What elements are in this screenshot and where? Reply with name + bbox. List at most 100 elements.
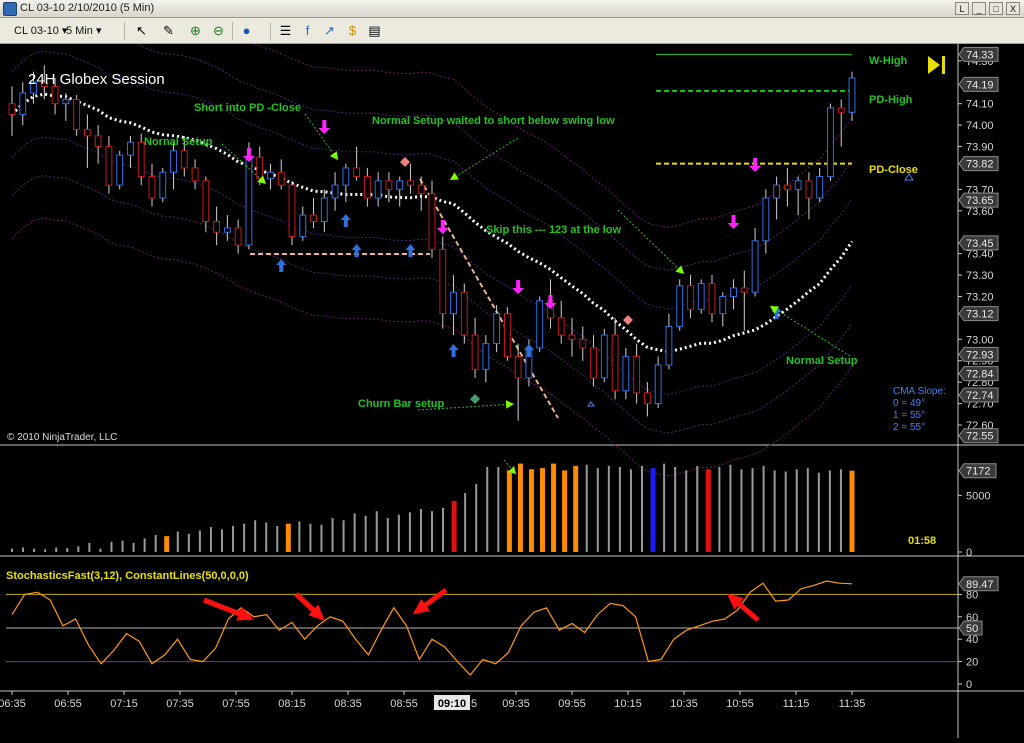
cursor-icon[interactable]: ↖ (133, 22, 150, 39)
candle (827, 107, 834, 178)
toolbar: CL 03-10 ▾ 5 Min ▾ ↖ ✎ ⊕ ⊖ ● ☰ f ↗ $ ▤ (0, 18, 1024, 44)
chart-canvas[interactable]: 74.3074.1074.0073.9073.7073.6073.4073.30… (0, 0, 1024, 738)
candle (105, 146, 113, 186)
volume-bar (784, 471, 787, 552)
volume-bar (551, 463, 557, 552)
candle (654, 364, 662, 405)
time-tick-label: 10:15 (614, 698, 642, 710)
time-tick-label: 10:35 (670, 698, 698, 710)
buy-arrow-icon (343, 220, 348, 227)
candle (191, 167, 199, 182)
price-tick-label: 73.60 (966, 206, 994, 218)
close-button[interactable]: X (1006, 2, 1020, 15)
volume-bar (77, 546, 80, 552)
cma-slope-line: 0 = 49° (893, 398, 925, 409)
annotation-short-pd-close: Short into PD -Close (194, 102, 301, 114)
dollar-icon[interactable]: $ (344, 22, 361, 39)
candle (611, 334, 619, 392)
candle (482, 343, 490, 370)
price-flag: 73.45 (958, 235, 999, 251)
level-label-pd-high: PD-High (869, 94, 913, 106)
candle (708, 283, 716, 315)
minimize-button[interactable]: _ (972, 2, 986, 15)
globe-icon[interactable]: ● (238, 22, 255, 39)
time-tick-label: 11:15 (783, 698, 810, 710)
price-flag-label: 72.55 (966, 431, 994, 443)
volume-bar (386, 518, 389, 552)
time-tick-label: 07:55 (222, 698, 250, 710)
volume-bar (596, 468, 599, 552)
candle (579, 338, 587, 349)
volume-bar (364, 515, 367, 552)
candle (439, 248, 447, 315)
volume-bar (650, 468, 656, 552)
candle (514, 355, 522, 379)
instrument-label: CL 03-10 (14, 25, 59, 37)
volume-bar (353, 513, 356, 552)
volume-bar (718, 467, 721, 552)
candle (19, 92, 27, 115)
play-marker-icon (942, 56, 945, 74)
instrument-selector[interactable]: CL 03-10 ▾ (14, 22, 67, 40)
volume-bar (442, 507, 445, 552)
volume-bar (828, 470, 831, 552)
toolbar-separator (124, 22, 125, 40)
price-flag: 72.93 (958, 346, 999, 362)
zoom-out-icon[interactable]: ⊖ (210, 22, 227, 39)
price-flag-label: 72.74 (966, 390, 994, 402)
volume-bar (254, 520, 257, 552)
price-flag: 72.74 (958, 387, 999, 403)
properties-icon[interactable]: ☰ (277, 22, 294, 39)
maximize-button[interactable]: □ (989, 2, 1003, 15)
price-flag: 72.84 (958, 366, 999, 382)
volume-bar (276, 525, 279, 552)
volume-bar (431, 511, 433, 552)
candle (223, 227, 231, 233)
volume-bar (517, 463, 523, 552)
volume-bar (762, 465, 765, 552)
candle (310, 214, 317, 223)
buy-arrow-icon (451, 350, 456, 357)
volume-bar (11, 548, 13, 552)
candle (331, 184, 339, 199)
price-tick-label: 74.10 (966, 99, 994, 111)
candle (848, 77, 856, 113)
zoom-in-icon[interactable]: ⊕ (187, 22, 204, 39)
price-panel (0, 44, 958, 444)
time-tick-label: 09:55 (558, 698, 586, 710)
candle (256, 156, 264, 180)
strategy-icon[interactable]: ↗ (321, 22, 338, 39)
volume-bar (320, 524, 323, 552)
candle (374, 180, 382, 199)
volume-bar (618, 467, 621, 552)
time-tick-label: 11:35 (839, 698, 866, 710)
volume-bar (232, 525, 235, 552)
sell-arrow-icon (516, 280, 521, 288)
volume-bar (187, 533, 190, 552)
volume-bar (540, 468, 546, 552)
volume-bar (751, 468, 754, 552)
volume-bar (110, 541, 113, 552)
indicators-icon[interactable]: f (299, 22, 316, 39)
annotation-churn-bar: Churn Bar setup (358, 398, 444, 410)
volume-bar (309, 523, 312, 552)
volume-bar (528, 469, 534, 552)
candle (590, 347, 597, 379)
interval-selector[interactable]: 5 Min ▾ (66, 22, 102, 40)
volume-bar (663, 463, 666, 552)
link-button[interactable]: L (955, 2, 969, 15)
window-title: CL 03-10 2/10/2010 (5 Min) (20, 2, 155, 14)
app-icon (3, 2, 17, 16)
volume-bar (375, 511, 378, 552)
buy-arrow-icon (279, 265, 284, 272)
data-box-icon[interactable]: ▤ (366, 22, 383, 39)
candle (94, 135, 102, 148)
volume-bar (629, 469, 632, 552)
candle (783, 184, 791, 190)
price-flag: 74.33 (958, 46, 999, 62)
pencil-icon[interactable]: ✎ (160, 22, 177, 39)
candle (816, 176, 824, 199)
volume-bar (44, 549, 47, 552)
chart-area[interactable]: 74.3074.1074.0073.9073.7073.6073.4073.30… (0, 0, 1024, 738)
annotation-skip-this: Skip this --- 123 at the low (486, 224, 622, 236)
